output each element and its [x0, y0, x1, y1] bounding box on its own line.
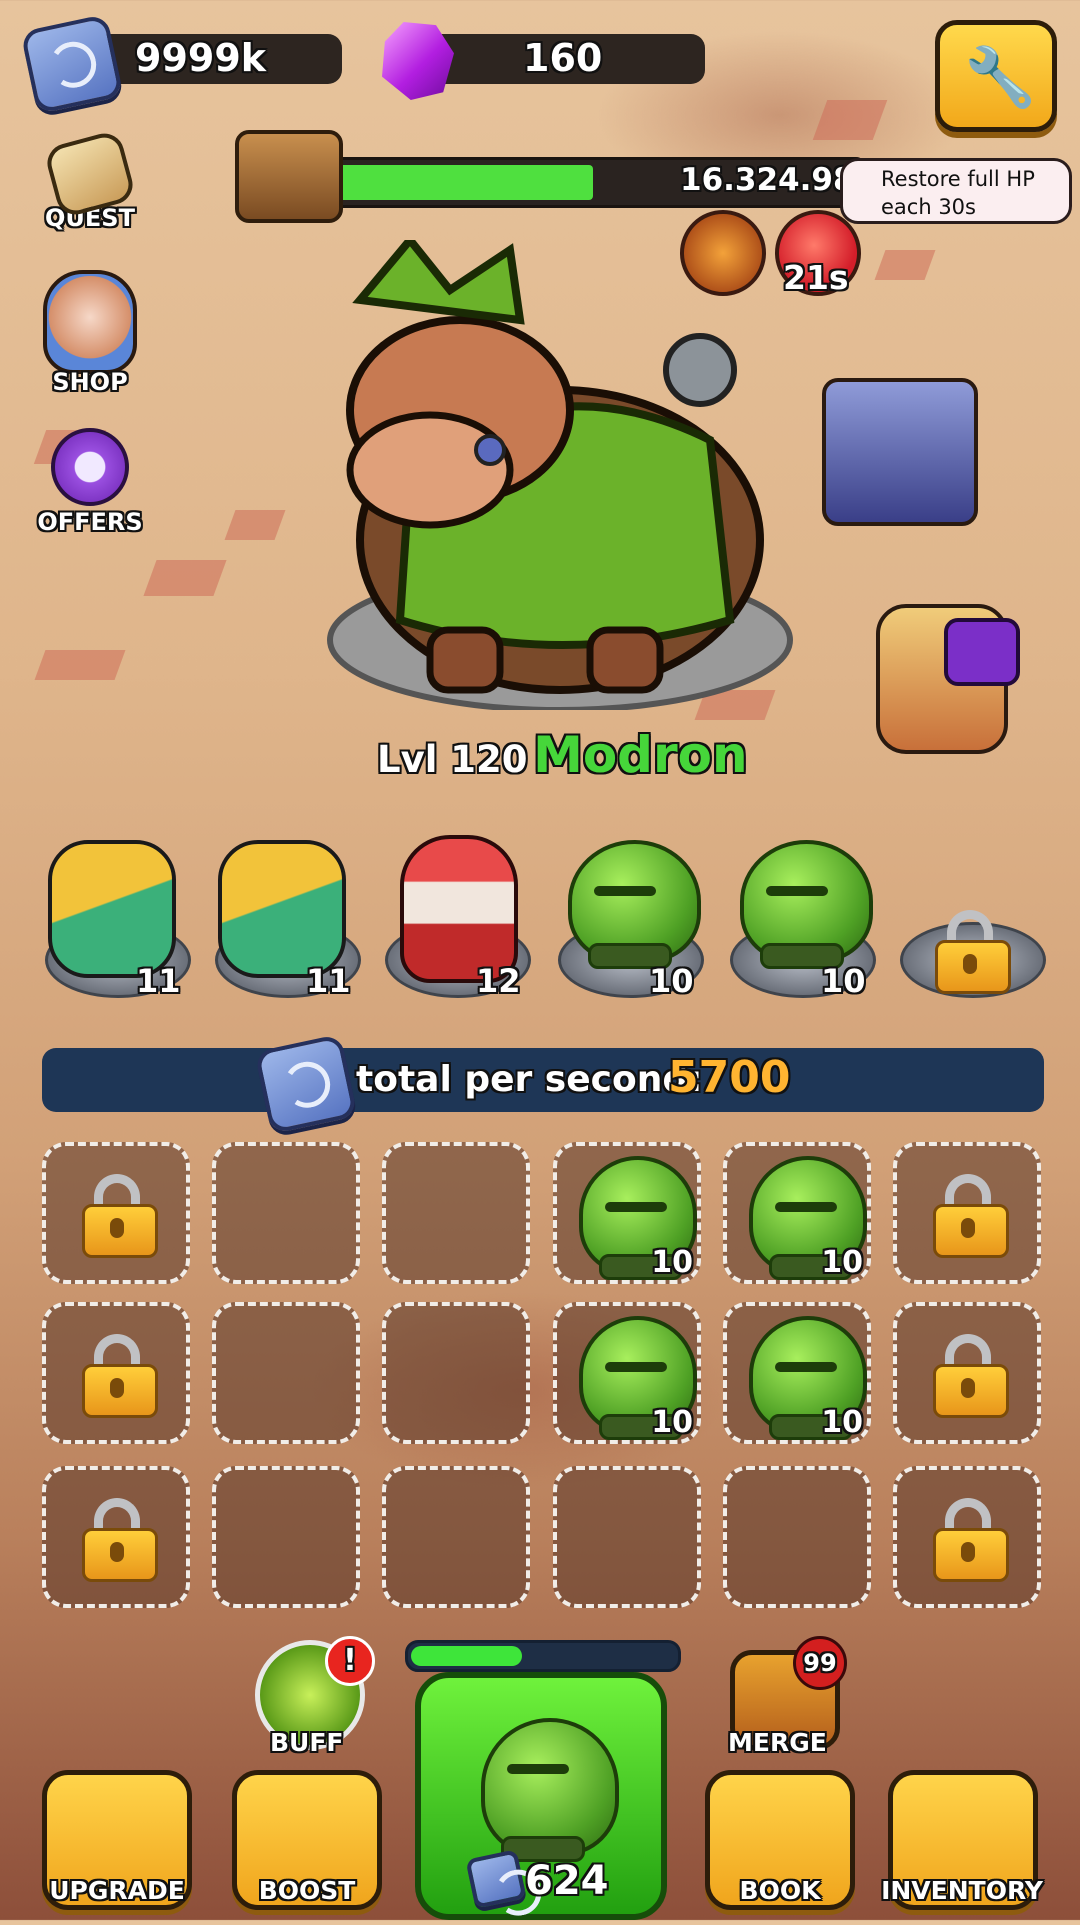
quest-button[interactable]: QUEST: [30, 129, 150, 232]
settings-button[interactable]: 🔧: [935, 20, 1057, 132]
lock-icon: [935, 910, 1011, 994]
merge-cell[interactable]: [382, 1142, 530, 1284]
hero-level: 11: [306, 962, 351, 1000]
lock-icon: [82, 1334, 158, 1418]
lock-icon: [82, 1498, 158, 1582]
hero-level: 10: [821, 962, 866, 1000]
merge-cell[interactable]: [42, 1142, 190, 1284]
lock-icon: [933, 1498, 1009, 1582]
spawn-cost: 624: [525, 1858, 609, 1904]
hero-level: 10: [649, 962, 694, 1000]
shop-rabbit-icon: [43, 270, 137, 374]
merge-cell[interactable]: 10: [553, 1142, 701, 1284]
reward-chest-icon[interactable]: [235, 130, 343, 223]
hero-level: 10: [651, 1245, 693, 1280]
merge-cell[interactable]: [382, 1466, 530, 1608]
merge-cell[interactable]: [893, 1142, 1041, 1284]
hero-slot[interactable]: 10: [725, 700, 876, 1030]
lock-icon: [933, 1334, 1009, 1418]
hero-level: 12: [476, 962, 521, 1000]
parrot-hero-icon: [48, 840, 176, 978]
coin-token-icon: [20, 13, 124, 115]
income-value: 5700: [668, 1052, 791, 1103]
hero-level: 10: [821, 1245, 863, 1280]
lock-icon: [82, 1174, 158, 1258]
merge-label: MERGE: [728, 1728, 827, 1757]
lock-icon: [933, 1174, 1009, 1258]
hero-level: 10: [651, 1405, 693, 1440]
gems-value: 160: [523, 36, 603, 80]
merge-cell[interactable]: [553, 1466, 701, 1608]
boss-hp-fill: [333, 165, 593, 200]
inventory-label: INVENTORY: [881, 1876, 1043, 1905]
merge-cell[interactable]: [382, 1302, 530, 1444]
cactus-hero-icon: [568, 840, 701, 969]
coins-value: 9999k: [135, 36, 267, 80]
buff-alert-badge: !: [325, 1636, 375, 1686]
merge-cell[interactable]: [42, 1466, 190, 1608]
hero-level: 10: [821, 1405, 863, 1440]
merge-cell[interactable]: [723, 1466, 871, 1608]
merge-cell[interactable]: 10: [553, 1302, 701, 1444]
hero-slot[interactable]: 11: [40, 700, 191, 1030]
merge-count-badge: 99: [793, 1636, 847, 1690]
regen-tooltip: Restore full HP each 30s: [840, 158, 1072, 224]
santa-hero-icon: [400, 835, 518, 983]
income-label: total per second:: [356, 1059, 703, 1100]
spawn-progress-fill: [411, 1646, 522, 1666]
merge-cell[interactable]: [893, 1466, 1041, 1608]
shop-label: SHOP: [52, 368, 128, 396]
boss-character[interactable]: [290, 240, 810, 710]
offers-button[interactable]: OFFERS: [30, 428, 150, 536]
boost-label: BOOST: [258, 1876, 356, 1905]
wrench-icon: 🔧: [964, 43, 1037, 111]
hero-slot[interactable]: 12: [380, 700, 531, 1030]
spawn-cost-token-icon: [465, 1849, 527, 1909]
parrot-hero-icon: [218, 840, 346, 978]
merge-cell[interactable]: [212, 1302, 360, 1444]
income-token-icon: [254, 1033, 358, 1135]
cactus-hero-icon: [481, 1718, 619, 1862]
hero-slot[interactable]: [895, 700, 1046, 1030]
offers-label: OFFERS: [37, 508, 143, 536]
merge-cell[interactable]: 10: [723, 1302, 871, 1444]
book-label: BOOK: [739, 1876, 821, 1905]
shop-button[interactable]: SHOP: [30, 270, 150, 396]
video-play-icon: [944, 618, 1020, 686]
hero-level: 11: [136, 962, 181, 1000]
merge-cell[interactable]: 10: [723, 1142, 871, 1284]
stopwatch-icon: [51, 428, 129, 506]
spawn-progress-bar: [405, 1640, 681, 1672]
merge-cell[interactable]: [42, 1302, 190, 1444]
merge-cell[interactable]: [212, 1142, 360, 1284]
hero-slot[interactable]: 11: [210, 700, 361, 1030]
merge-cell[interactable]: [212, 1466, 360, 1608]
buff-label: BUFF: [270, 1728, 344, 1757]
cactus-hero-icon: [740, 840, 873, 969]
hero-slot[interactable]: 10: [553, 700, 704, 1030]
merge-cell[interactable]: [893, 1302, 1041, 1444]
gift-box-icon[interactable]: [822, 378, 978, 526]
upgrade-label: UPGRADE: [49, 1876, 185, 1905]
